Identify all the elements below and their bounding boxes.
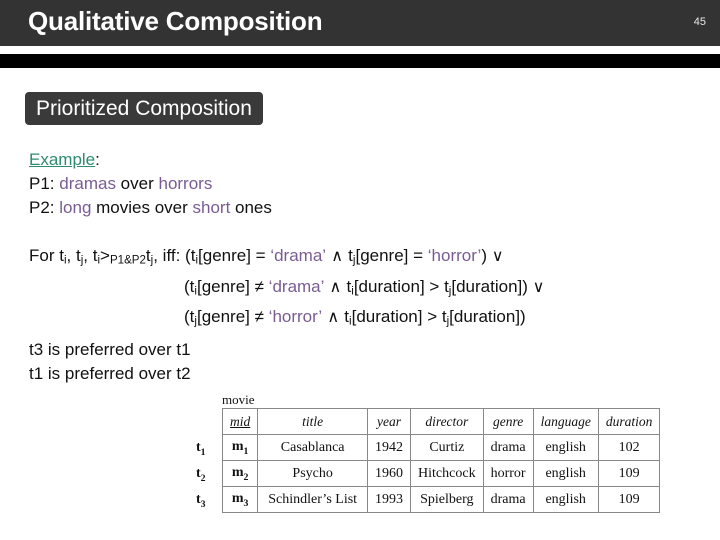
cell-director: Curtiz [410,434,484,461]
p2-dispreferred-value: short [192,198,231,217]
cell-mid: m2 [221,460,259,487]
formula-l2-a: [genre] ≠ [196,276,269,296]
table-row: m1 Casablanca 1942 Curtiz drama english 102 [221,434,661,461]
formula-c1: , t [66,246,81,265]
cell-mid: m1 [221,434,259,461]
preference-p1-line: P1: dramas over horrors [29,172,272,196]
column-header-mid: mid [221,408,259,435]
formula-l1-b: [genre] = [355,246,428,265]
p2-preferred-value: long [59,198,92,217]
cell-title: Casablanca [257,434,369,461]
table-row: m3 Schindler’s List 1993 Spielberg drama engl… [221,486,661,513]
preference-results: t3 is preferred over t1 t1 is preferred … [29,338,191,386]
formula-l3-open: (t [184,307,195,327]
p1-dispreferred-value: horrors [158,174,213,193]
tuple-label: t3 [196,492,206,510]
tuple-label: t2 [196,466,206,484]
formula-l1-close: ) [481,246,492,265]
cell-title: Schindler’s List [257,486,369,513]
p2-label: P2: [29,198,55,217]
formula-l1-literal-drama: ‘drama’ [270,246,327,265]
cell-duration: 109 [597,486,661,513]
table-body: m1 Casablanca 1942 Curtiz drama english 102 m2 P… [221,434,661,513]
tuple-label-column: t1 t2 t3 [196,408,222,513]
cell-genre: drama [482,486,534,513]
example-heading: Example [29,150,96,169]
formula-l2-and: ∧ [324,276,347,296]
cell-genre: horror [482,460,534,487]
formula-preference-subscript: P1&P2 [109,254,146,267]
cell-year: 1993 [367,486,412,513]
column-header-director: director [410,408,484,435]
cell-genre: drama [482,434,534,461]
formula-preference-operator: > [100,246,110,265]
formula-lead: For t [29,246,64,265]
example-heading-colon: : [95,150,100,169]
formula-line-3: (tj[genre] ≠ ‘horror’ ∧ ti[duration] > t… [29,304,544,335]
cell-duration: 102 [597,434,661,461]
column-header-genre: genre [482,408,534,435]
header-divider-rule [0,54,720,68]
cell-language: english [532,486,599,513]
formula-l3-literal-horror: ‘horror’ [268,307,323,327]
cell-language: english [532,434,599,461]
example-heading-line: Example: [29,148,272,172]
example-block: Example: P1: dramas over horrors P2: lon… [29,148,272,220]
p2-connector: movies over [91,198,193,217]
cell-year: 1960 [367,460,412,487]
formula-l2-open: (t [184,276,195,296]
tuple-label: t1 [196,440,206,458]
page-title: Qualitative Composition [28,6,323,36]
formula-l1-a: [genre] = [198,246,271,265]
cell-year: 1942 [367,434,412,461]
p2-tail: ones [230,198,272,217]
column-header-language: language [532,408,599,435]
formula-l3-and: ∧ [322,307,345,327]
cell-director: Spielberg [410,486,484,513]
formula-l1-and: ∧ [326,246,349,265]
formula-l3-b: [duration] > t [351,307,447,327]
table-row: m2 Psycho 1960 Hitchcock horror english 109 [221,460,661,487]
formula-l3-c: [duration]) [449,307,526,327]
preference-p2-line: P2: long movies over short ones [29,196,272,220]
cell-mid: m3 [221,486,259,513]
formula-l2-b: [duration] > t [353,276,449,296]
formula-l2-literal-drama: ‘drama’ [268,276,325,296]
formula-line-1: For ti, tj, ti>P1&P2tj, iff: (ti[genre] … [29,243,544,274]
p1-connector: over [115,174,159,193]
relation-name-label: movie [222,392,255,407]
formula-l2-c: [duration]) [451,276,533,296]
cell-director: Hitchcock [410,460,484,487]
cell-title: Psycho [257,460,369,487]
column-header-year: year [367,408,412,435]
movie-relation: movie t1 t2 t3 mid title year director genre la… [196,392,661,513]
p1-preferred-value: dramas [59,174,116,193]
column-header-duration: duration [597,408,661,435]
formula-l2-or: ∨ [532,276,545,296]
formula-c4: , iff: (t [153,246,196,265]
table-header-row: mid title year director genre language duratio… [221,408,661,435]
section-heading-chip: Prioritized Composition [25,92,263,125]
formula-c2: , t [83,246,98,265]
cell-language: english [532,460,599,487]
column-header-title: title [257,408,369,435]
formula-l1-or: ∨ [491,246,504,265]
slide-page-number: 45 [693,16,706,28]
preference-result-line-2: t1 is preferred over t2 [29,364,191,383]
p1-label: P1: [29,174,55,193]
cell-duration: 109 [597,460,661,487]
formula-l1-literal-horror: ‘horror’ [427,246,482,265]
preference-formula: For ti, tj, ti>P1&P2tj, iff: (ti[genre] … [29,243,544,335]
formula-line-2: (ti[genre] ≠ ‘drama’ ∧ ti[duration] > tj… [29,274,544,305]
preference-result-line-1: t3 is preferred over t1 [29,340,191,359]
section-heading-label: Prioritized Composition [36,96,252,120]
movie-table: mid title year director genre language duratio… [221,408,661,513]
formula-l3-a: [genre] ≠ [196,307,269,327]
